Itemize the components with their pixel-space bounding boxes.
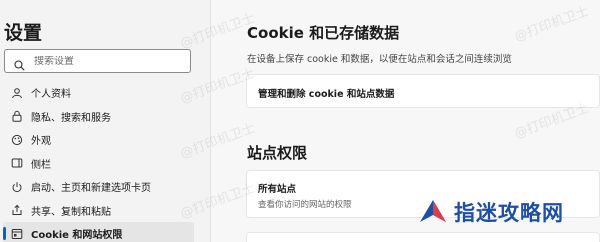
sidebar-item-label: 侧栏 xyxy=(31,159,51,171)
next-permission-card[interactable] xyxy=(246,232,600,242)
sidebar-title: 设置 xyxy=(4,22,43,44)
sidebar-item-label: 共享、复制和粘贴 xyxy=(31,206,111,218)
sidebar-item-startup[interactable]: 启动、主页和新建选项卡页 xyxy=(0,175,200,198)
appearance-icon xyxy=(11,134,23,146)
search-icon xyxy=(14,56,25,71)
sidebar-nav: 个人资料 隐私、搜索和服务 外观 侧栏 启动、主页和新建选项卡页 共享、复制和粘… xyxy=(0,81,200,242)
profile-icon xyxy=(11,87,23,99)
sidebar-item-share[interactable]: 共享、复制和粘贴 xyxy=(0,199,200,222)
manage-cookies-label: 管理和删除 cookie 和站点数据 xyxy=(258,89,395,100)
all-sites-card[interactable]: 所有站点 查看你访问的网站的权限 xyxy=(246,170,600,218)
sidebar-item-label: 外观 xyxy=(31,136,51,147)
sidebar-icon xyxy=(11,157,23,169)
manage-cookies-card[interactable]: 管理和删除 cookie 和站点数据 xyxy=(246,74,600,108)
sidebar-item-privacy[interactable]: 隐私、搜索和服务 xyxy=(0,105,200,128)
sidebar-item-cookies[interactable]: Cookie 和网站权限 xyxy=(3,222,194,242)
sidebar: 设置 个人资料 xyxy=(0,0,211,242)
share-icon xyxy=(11,204,23,216)
search-input[interactable] xyxy=(34,55,184,67)
settings-window: 设置 个人资料 xyxy=(0,0,600,242)
cookie-section-title: Cookie 和已存储数据 xyxy=(247,24,400,42)
all-sites-description: 查看你访问的网站的权限 xyxy=(258,200,352,210)
sidebar-item-label: 隐私、搜索和服务 xyxy=(31,112,111,124)
cookie-site-icon xyxy=(11,228,23,240)
all-sites-label: 所有站点 xyxy=(258,184,297,195)
sidebar-item-profile[interactable]: 个人资料 xyxy=(0,81,200,104)
sidebar-item-label: 启动、主页和新建选项卡页 xyxy=(31,183,151,194)
main-content: Cookie 和已存储数据 在设备上保存 cookie 和数据，以便在站点和会话… xyxy=(211,0,600,242)
sidebar-item-label: 个人资料 xyxy=(31,89,71,100)
search-box[interactable] xyxy=(4,49,191,73)
cookie-section-description: 在设备上保存 cookie 和数据，以便在站点和会话之间连续浏览 xyxy=(247,54,512,65)
site-permissions-title: 站点权限 xyxy=(247,144,308,162)
sidebar-item-appearance[interactable]: 外观 xyxy=(0,128,200,151)
sidebar-item-label: Cookie 和网站权限 xyxy=(31,230,123,241)
sidebar-item-sidebar[interactable]: 侧栏 xyxy=(0,152,200,175)
lock-icon xyxy=(11,110,23,122)
power-icon xyxy=(11,181,23,193)
